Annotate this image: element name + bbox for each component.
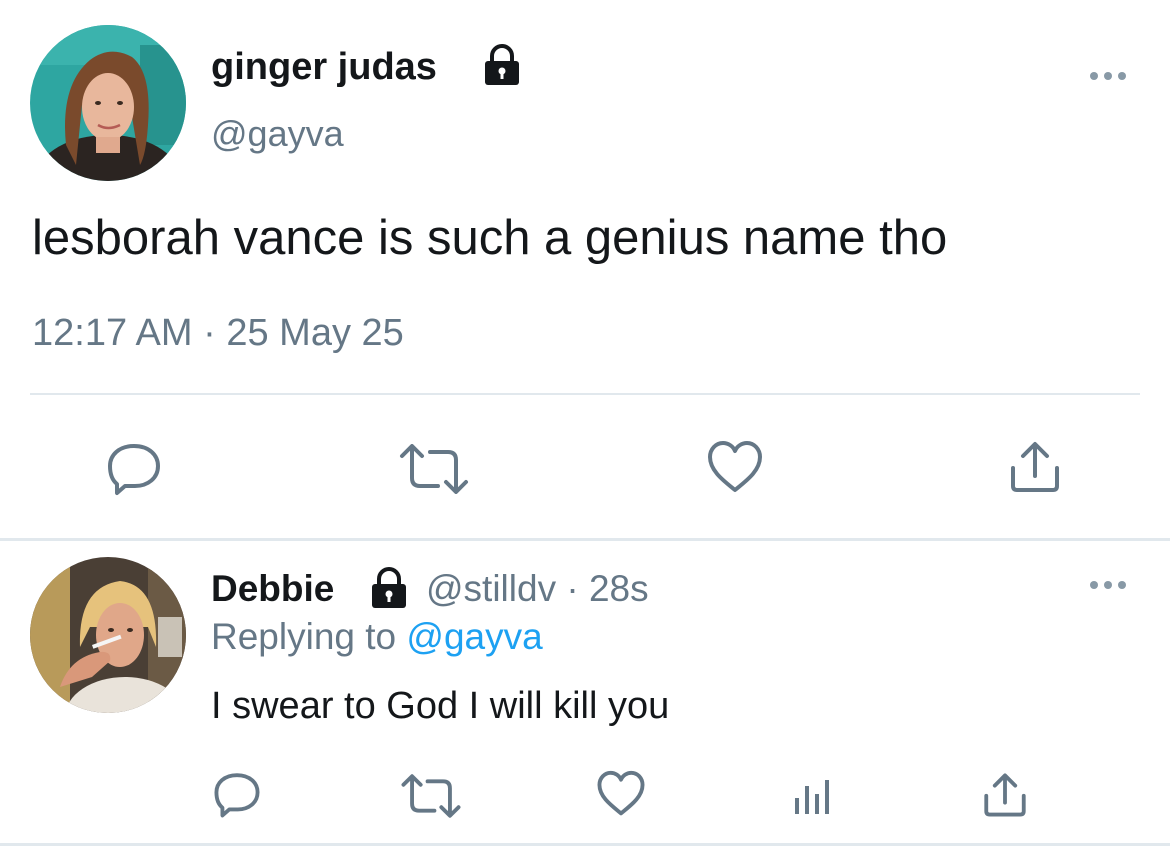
tweet-timestamp[interactable]: 12:17 AM · 25 May 25 bbox=[32, 310, 404, 356]
retweet-icon[interactable] bbox=[398, 444, 470, 494]
more-icon[interactable] bbox=[1088, 68, 1128, 84]
lock-icon bbox=[482, 44, 522, 86]
replying-to: Replying to @gayva bbox=[211, 614, 543, 660]
author-display-name[interactable]: ginger judas bbox=[211, 44, 437, 90]
reply-text: I swear to God I will kill you bbox=[211, 685, 670, 727]
meta-separator: · bbox=[566, 568, 579, 609]
like-icon[interactable] bbox=[596, 770, 646, 817]
tweet-time: 12:17 AM bbox=[32, 312, 193, 354]
reply-icon[interactable] bbox=[212, 770, 262, 818]
author-avatar[interactable] bbox=[30, 25, 186, 181]
reply-author-avatar[interactable] bbox=[30, 557, 186, 713]
tweet-text: lesborah vance is such a genius name tho bbox=[32, 211, 948, 265]
share-icon[interactable] bbox=[1008, 440, 1062, 494]
author-handle[interactable]: @gayva bbox=[211, 112, 344, 156]
lock-icon bbox=[369, 567, 409, 609]
share-icon[interactable] bbox=[982, 772, 1028, 818]
reply-meta: @stilldv · 28s bbox=[426, 566, 649, 612]
reply-time-ago[interactable]: 28s bbox=[589, 568, 649, 609]
divider bbox=[0, 538, 1170, 541]
replying-to-handle[interactable]: @gayva bbox=[406, 616, 542, 657]
divider bbox=[30, 393, 1140, 395]
like-icon[interactable] bbox=[706, 440, 764, 494]
replying-to-label: Replying to bbox=[211, 616, 397, 657]
tweet-date: 25 May 25 bbox=[226, 312, 404, 354]
more-icon[interactable] bbox=[1088, 577, 1128, 593]
reply-header: Debbie bbox=[211, 566, 334, 612]
reply-icon[interactable] bbox=[105, 440, 163, 496]
analytics-icon[interactable] bbox=[793, 776, 833, 816]
reply-handle[interactable]: @stilldv bbox=[426, 568, 556, 609]
retweet-icon[interactable] bbox=[400, 774, 462, 818]
reply-display-name[interactable]: Debbie bbox=[211, 568, 334, 609]
meta-separator: · bbox=[203, 312, 216, 354]
